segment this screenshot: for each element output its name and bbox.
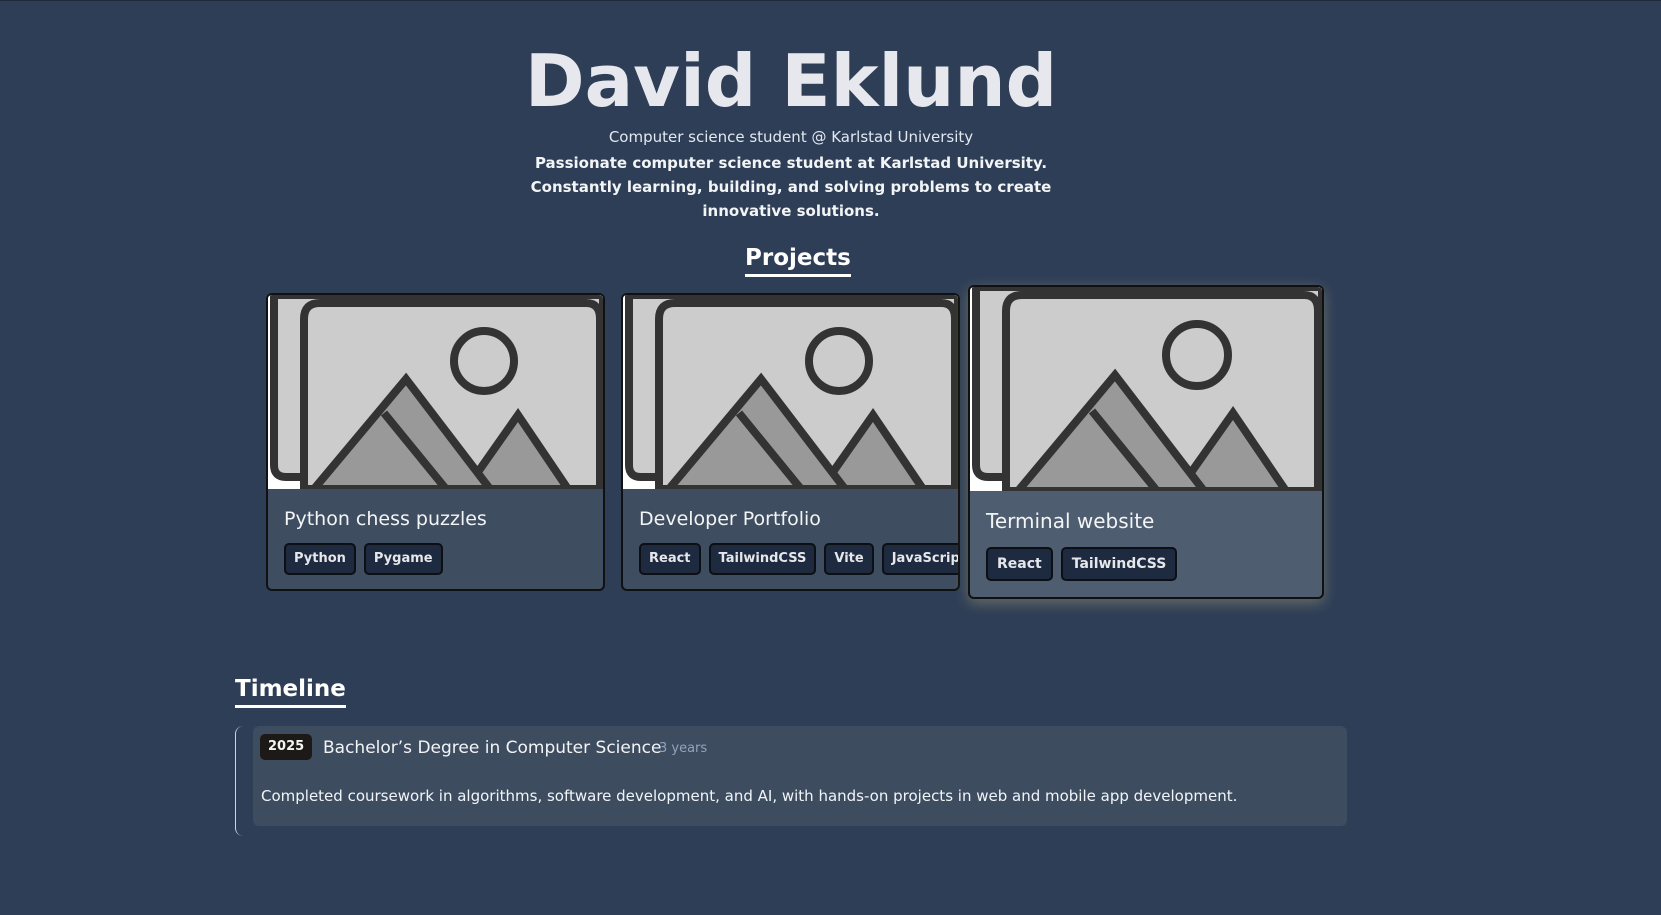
profile-role: Computer science student @ Karlstad Univ… <box>608 128 974 146</box>
project-card-terminal-website[interactable]: Terminal website React TailwindCSS <box>968 285 1324 599</box>
profile-bio: Passionate computer science student at K… <box>530 154 1052 220</box>
project-card-developer-portfolio[interactable]: Developer Portfolio React TailwindCSS Vi… <box>621 293 960 591</box>
tag-react[interactable]: React <box>986 547 1053 581</box>
projects-heading: Projects <box>745 244 851 277</box>
tag-react[interactable]: React <box>639 543 701 575</box>
project-title: Developer Portfolio <box>639 508 821 530</box>
portfolio-page: David Eklund Computer science student @ … <box>0 0 1661 915</box>
tag-tailwindcss[interactable]: TailwindCSS <box>1060 547 1178 581</box>
tag-list: React TailwindCSS Vite JavaScript <box>639 543 958 575</box>
image-placeholder-icon <box>623 295 958 489</box>
tag-list: React TailwindCSS <box>986 547 1306 581</box>
year-badge: 2025 <box>260 734 313 760</box>
project-card-python-chess-puzzles[interactable]: Python chess puzzles Python Pygame <box>266 293 605 591</box>
tag-tailwindcss[interactable]: TailwindCSS <box>708 543 817 575</box>
tag-javascript[interactable]: JavaScript <box>881 543 958 575</box>
timeline-heading: Timeline <box>235 675 346 708</box>
image-placeholder-icon <box>268 295 603 489</box>
hero-section: David Eklund Computer science student @ … <box>0 39 1582 223</box>
tag-pygame[interactable]: Pygame <box>363 543 443 575</box>
page-title: David Eklund <box>524 39 1058 123</box>
timeline: 2025 Bachelor’s Degree in Computer Scien… <box>235 726 1348 836</box>
timeline-item-title: Bachelor’s Degree in Computer Science <box>323 738 662 758</box>
tag-python[interactable]: Python <box>284 543 356 575</box>
project-title: Terminal website <box>986 509 1155 533</box>
image-placeholder-icon <box>970 287 1322 491</box>
project-title: Python chess puzzles <box>284 508 487 530</box>
timeline-item-duration: 3 years <box>659 741 708 756</box>
tag-vite[interactable]: Vite <box>824 543 874 575</box>
timeline-item-description: Completed coursework in algorithms, soft… <box>261 787 1238 805</box>
timeline-item: 2025 Bachelor’s Degree in Computer Scien… <box>253 726 1347 826</box>
tag-list: Python Pygame <box>284 543 587 575</box>
